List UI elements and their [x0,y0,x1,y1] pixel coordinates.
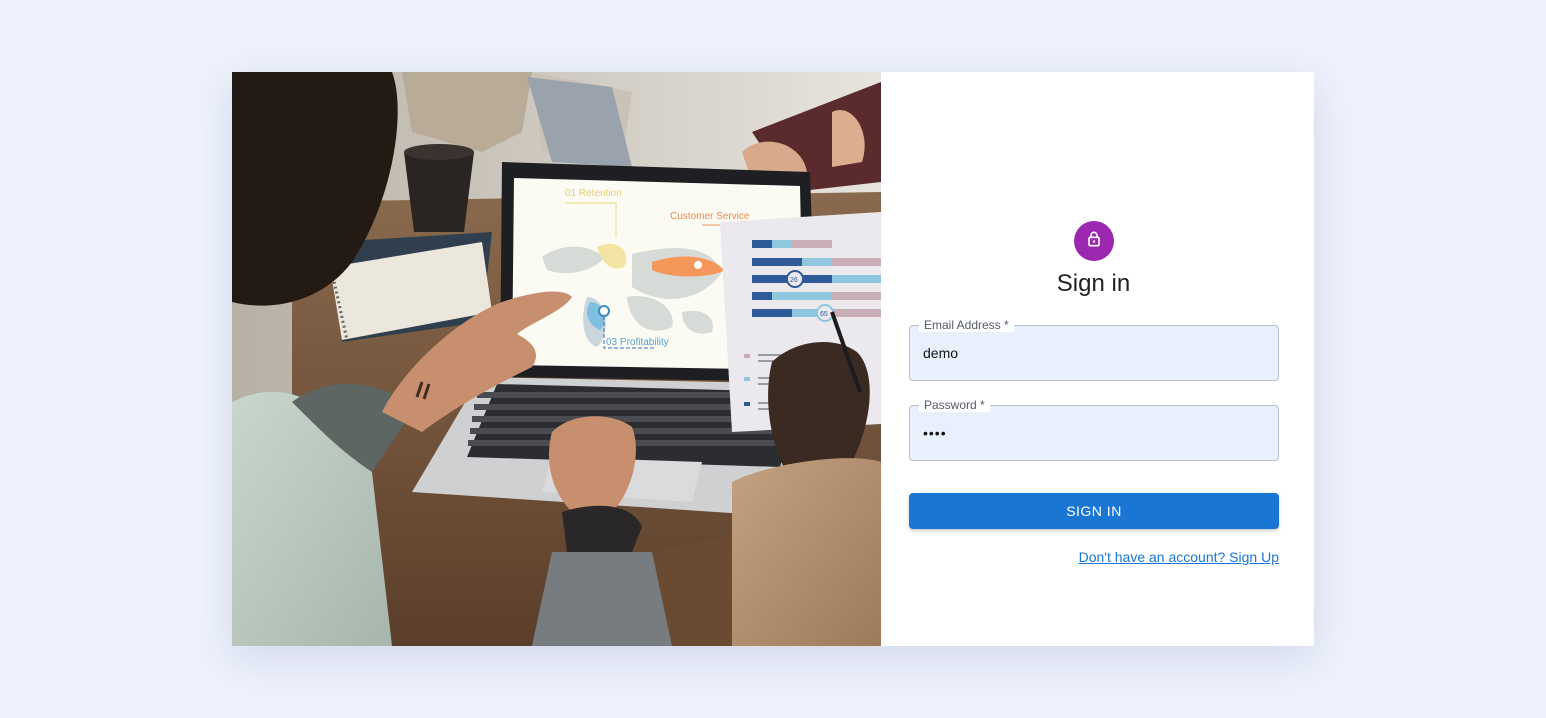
sign-in-form: Sign in Email Address * Password * SIGN … [881,72,1314,646]
report-marker-2: 65 [820,311,828,318]
lock-icon [1084,229,1104,254]
report-marker-1: 26 [790,277,798,284]
email-field: Email Address * [909,318,1279,381]
lock-avatar [1074,221,1114,261]
meeting-photo: 01 Retention Customer Service 03 Profita… [232,72,881,646]
email-input[interactable] [923,326,1263,380]
screen-label-customer-service: Customer Service [670,211,750,222]
screen-label-retention: 01 Retention [565,188,622,199]
hero-image: 01 Retention Customer Service 03 Profita… [232,72,881,646]
sign-up-link[interactable]: Don't have an account? Sign Up [1079,549,1279,565]
password-field: Password * [909,398,1279,461]
sign-in-button[interactable]: SIGN IN [909,493,1279,529]
password-input[interactable] [923,406,1263,460]
page-title: Sign in [1056,270,1131,297]
sign-in-card: 01 Retention Customer Service 03 Profita… [232,72,1314,646]
screen-label-profitability: 03 Profitability [606,337,669,348]
